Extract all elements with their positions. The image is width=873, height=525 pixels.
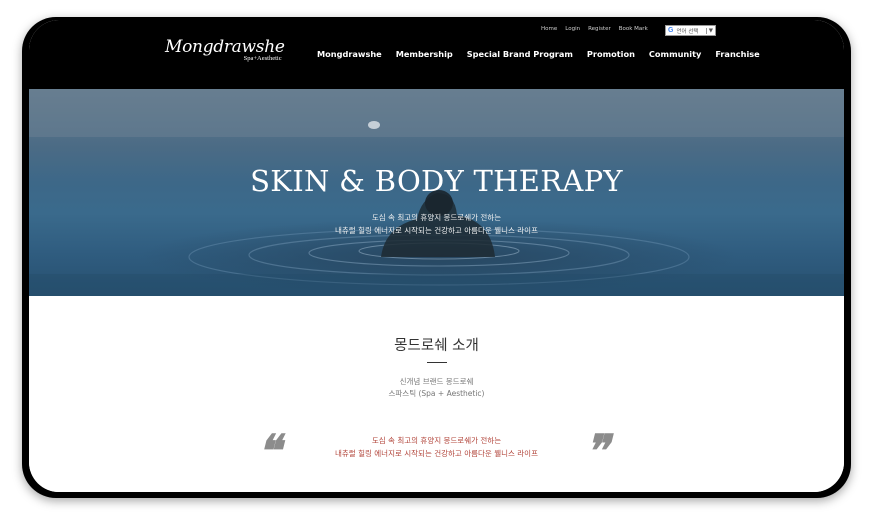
nav-item-membership[interactable]: Membership — [396, 49, 453, 59]
home-link[interactable]: Home — [541, 26, 557, 32]
register-link[interactable]: Register — [588, 26, 611, 32]
nav-item-mongdrawshe[interactable]: Mongdrawshe — [317, 49, 382, 59]
intro-description-line-1: 신개념 브랜드 몽드로쉐 — [399, 377, 474, 386]
intro-quote-line-2: 내츄럴 힐링 에너지로 시작되는 건강하고 아름다운 웰니스 라이프 — [335, 449, 538, 458]
intro-title: 몽드로쉐 소개 — [394, 338, 479, 354]
login-link[interactable]: Login — [565, 26, 580, 32]
hero-subtitle-line-2: 내츄럴 힐링 에너지로 시작되는 건강하고 아름다운 웰니스 라이프 — [335, 226, 538, 235]
utility-links: Home Login Register Book Mark — [541, 26, 648, 32]
logo-wordmark: Mongdrawshe — [165, 37, 285, 57]
hero-banner: SKIN & BODY THERAPY 도심 속 최고의 휴양지 몽드로쉐가 전… — [29, 89, 844, 296]
language-select-label: 언어 선택 — [676, 28, 699, 35]
title-divider — [427, 362, 447, 363]
language-select[interactable]: G 언어 선택 ▼ — [665, 25, 716, 36]
intro-description: 신개념 브랜드 몽드로쉐 스파스틱 (Spa + Aesthetic) — [29, 376, 844, 400]
google-icon: G — [668, 27, 674, 34]
main-nav: Mongdrawshe Membership Special Brand Pro… — [317, 49, 760, 59]
intro-quote-line-1: 도심 속 최고의 휴양지 몽드로쉐가 전하는 — [371, 436, 502, 445]
browser-viewport: Home Login Register Book Mark G 언어 선택 ▼ … — [29, 20, 844, 492]
bookmark-link[interactable]: Book Mark — [619, 26, 648, 32]
site-logo[interactable]: Mongdrawshe Spa+Aesthetic — [165, 38, 285, 62]
nav-item-special-brand-program[interactable]: Special Brand Program — [467, 49, 573, 59]
chevron-down-icon: ▼ — [705, 27, 713, 34]
hero-subtitle-line-1: 도심 속 최고의 휴양지 몽드로쉐가 전하는 — [371, 213, 502, 222]
hero-title: SKIN & BODY THERAPY — [250, 164, 623, 198]
site-header: Home Login Register Book Mark G 언어 선택 ▼ … — [29, 20, 844, 89]
nav-item-community[interactable]: Community — [649, 49, 701, 59]
nav-item-promotion[interactable]: Promotion — [587, 49, 635, 59]
nav-item-franchise[interactable]: Franchise — [715, 49, 759, 59]
intro-description-line-2: 스파스틱 (Spa + Aesthetic) — [388, 389, 485, 398]
intro-section: 몽드로쉐 소개 신개념 브랜드 몽드로쉐 스파스틱 (Spa + Aesthet… — [29, 296, 844, 492]
hero-subtitle: 도심 속 최고의 휴양지 몽드로쉐가 전하는 내츄럴 힐링 에너지로 시작되는 … — [29, 211, 844, 237]
device-frame: Home Login Register Book Mark G 언어 선택 ▼ … — [22, 17, 851, 498]
intro-quote: 도심 속 최고의 휴양지 몽드로쉐가 전하는 내츄럴 힐링 에너지로 시작되는 … — [29, 434, 844, 460]
